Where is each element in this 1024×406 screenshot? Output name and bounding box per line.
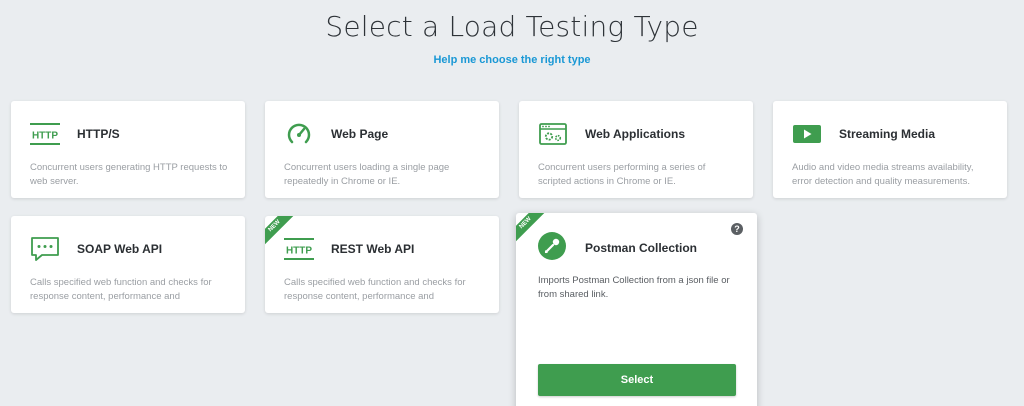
select-button[interactable]: Select [538, 364, 736, 396]
card-title: Streaming Media [839, 127, 936, 141]
card-postman-collection[interactable]: NEW ? Postman Collection Imports Postman… [516, 213, 757, 406]
card-description: Concurrent users performing a series of … [538, 162, 706, 187]
card-title: SOAP Web API [77, 242, 163, 256]
card-description: Audio and video media streams availabili… [792, 162, 974, 187]
card-https[interactable]: HTTP HTTP/S Concurrent users generating … [11, 101, 245, 198]
postman-icon [537, 232, 567, 260]
page-title: Select a Load Testing Type [325, 10, 699, 43]
card-rest-web-api[interactable]: NEW HTTP REST Web API Calls specified we… [265, 216, 499, 313]
speedometer-icon [284, 121, 314, 147]
card-title: Web Applications [585, 127, 686, 141]
chat-bubble-icon [30, 236, 60, 262]
web-app-gear-icon [538, 121, 568, 147]
help-icon[interactable]: ? [731, 223, 743, 235]
svg-text:HTTP: HTTP [286, 246, 312, 257]
play-icon [792, 121, 822, 147]
card-title: Postman Collection [585, 241, 698, 255]
http-icon: HTTP [284, 236, 314, 262]
card-streaming-media[interactable]: Streaming Media Audio and video media st… [773, 101, 1007, 198]
card-title: REST Web API [331, 242, 415, 256]
card-description: Imports Postman Collection from a json f… [538, 275, 730, 300]
card-description: Calls specified web function and checks … [30, 277, 212, 302]
card-description: Calls specified web function and checks … [284, 277, 466, 302]
svg-text:HTTP: HTTP [32, 131, 58, 142]
card-web-applications[interactable]: Web Applications Concurrent users perfor… [519, 101, 753, 198]
help-choose-link[interactable]: Help me choose the right type [0, 54, 1024, 66]
card-description: Concurrent users generating HTTP request… [30, 162, 228, 187]
card-title: Web Page [331, 127, 389, 141]
card-title: HTTP/S [77, 127, 120, 141]
card-soap-web-api[interactable]: SOAP Web API Calls specified web functio… [11, 216, 245, 313]
card-web-page[interactable]: Web Page Concurrent users loading a sing… [265, 101, 499, 198]
card-description: Concurrent users loading a single page r… [284, 162, 450, 187]
http-icon: HTTP [30, 121, 60, 147]
